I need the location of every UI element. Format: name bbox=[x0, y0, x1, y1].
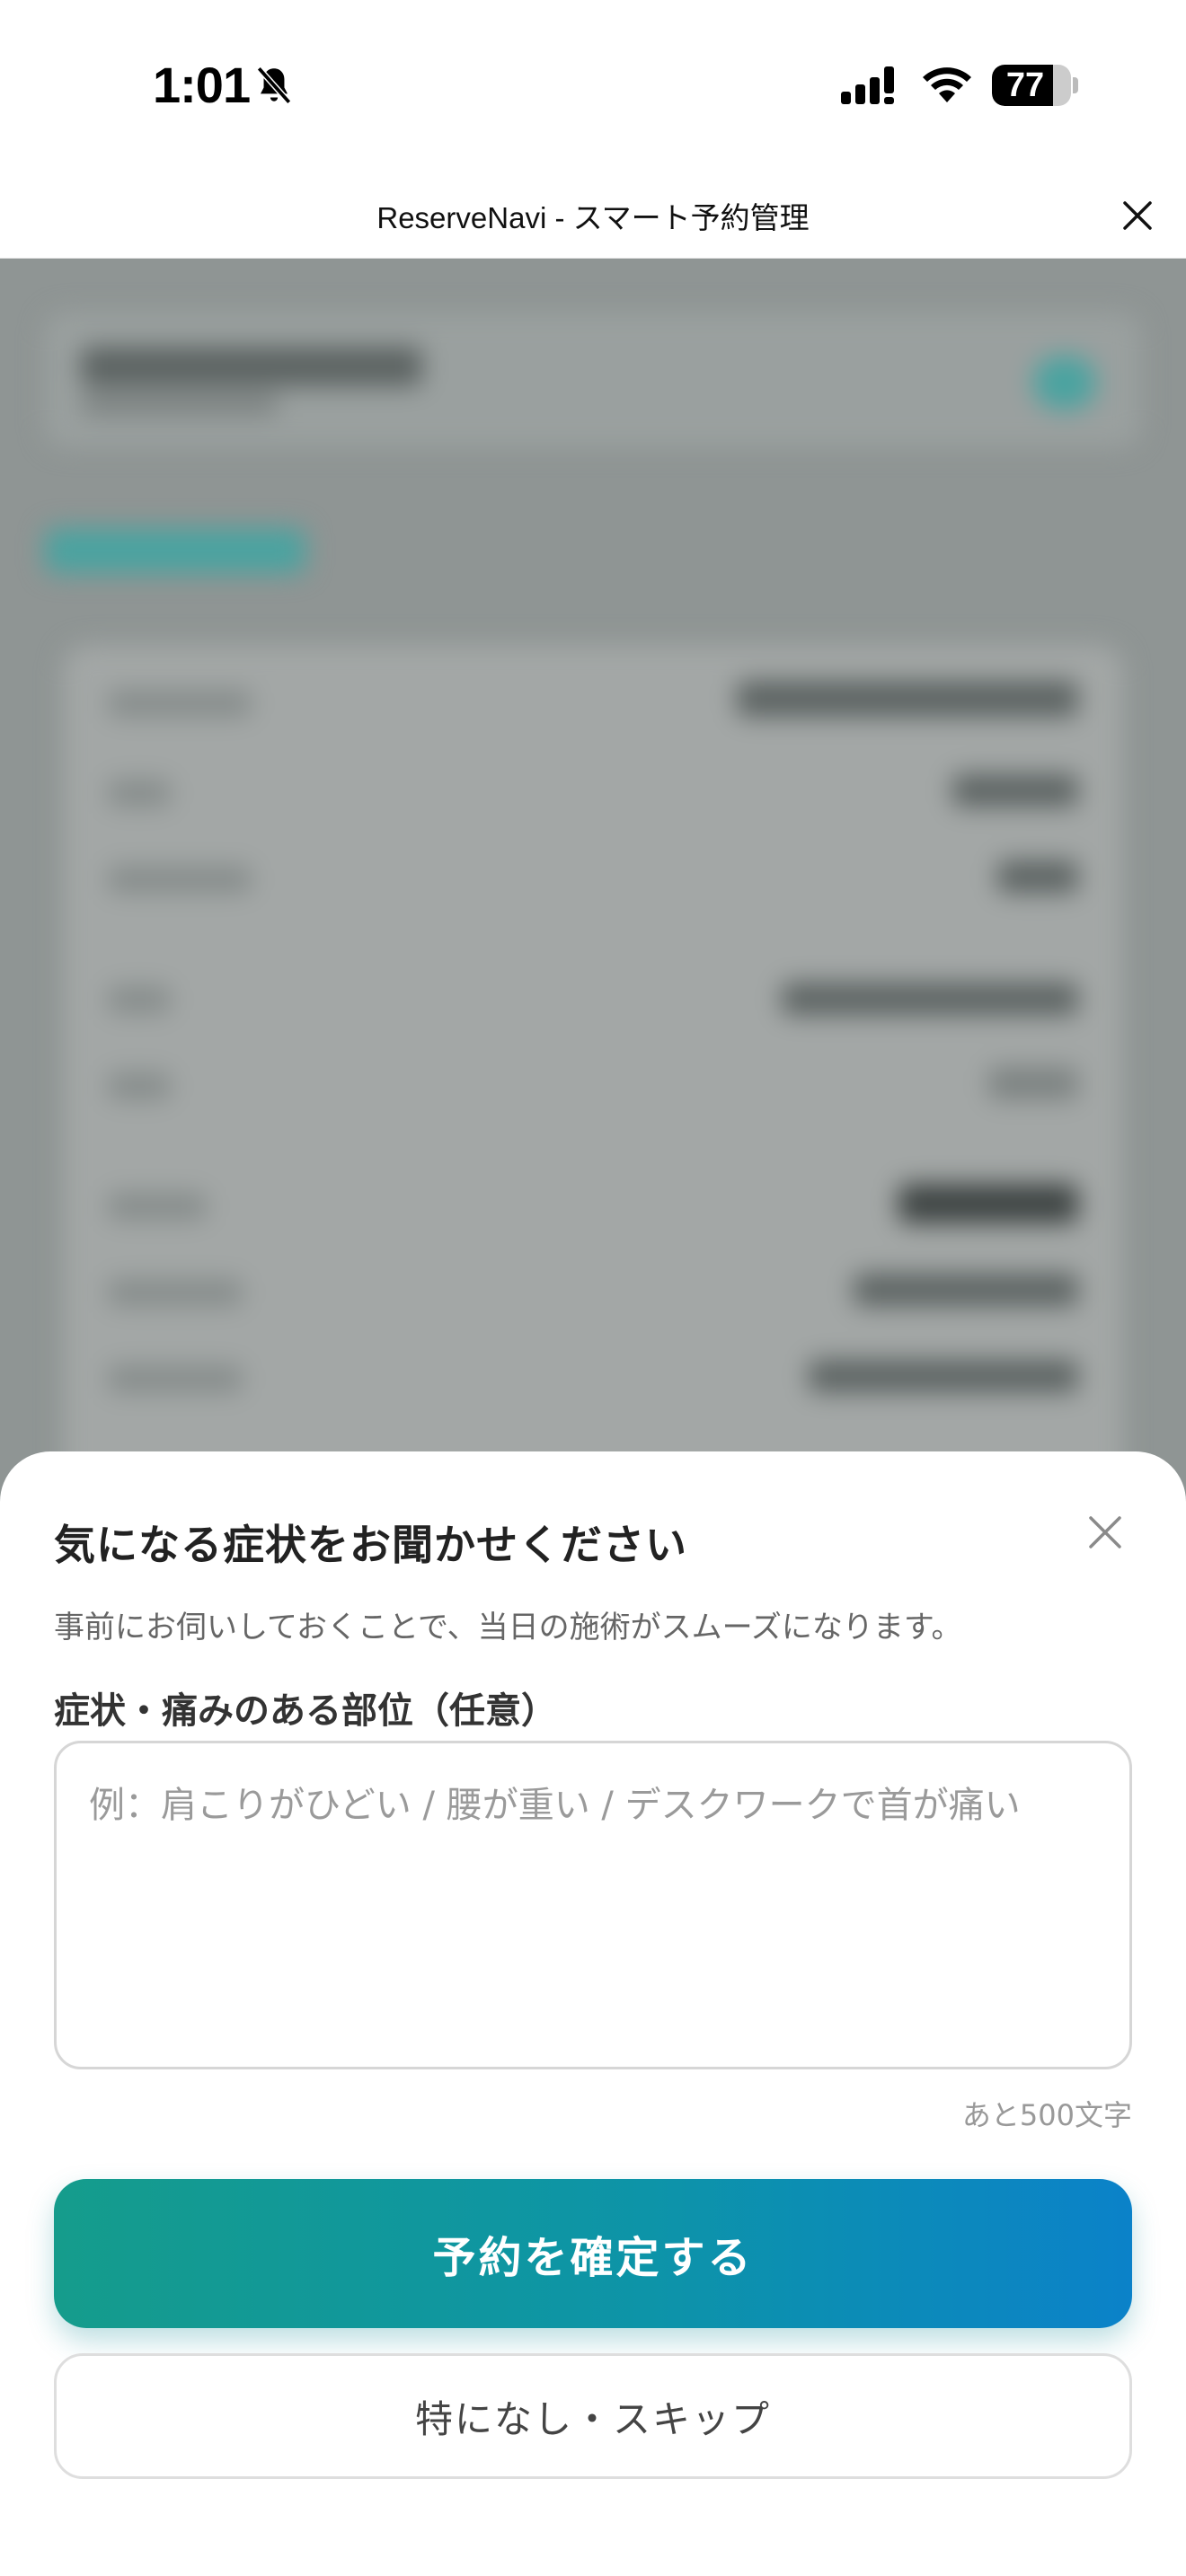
battery-cap bbox=[1073, 77, 1078, 93]
blurred-text bbox=[108, 866, 252, 893]
blurred-text bbox=[997, 860, 1078, 893]
blurred-text bbox=[809, 1360, 1078, 1392]
confirm-reservation-button[interactable]: 予約を確定する bbox=[54, 2179, 1132, 2328]
battery-level: 77 bbox=[1005, 66, 1045, 104]
status-bar: 1:01 77 bbox=[0, 0, 1186, 171]
blurred-background bbox=[0, 259, 1186, 1516]
blurred-text bbox=[988, 1067, 1078, 1099]
blurred-chip bbox=[1033, 356, 1096, 410]
char-count: あと500文字 bbox=[961, 2098, 1132, 2132]
blurred-text bbox=[854, 1274, 1078, 1306]
page-title: ReserveNavi - スマート予約管理 bbox=[376, 201, 810, 234]
blurred-text bbox=[81, 347, 422, 386]
symptom-bottom-sheet: 気になる症状をお聞かせください 事前にお伺いしておくことで、当日の施術がスムーズ… bbox=[0, 1451, 1186, 2576]
sheet-description: 事前にお伺いしておくことで、当日の施術がスムーズになります。 bbox=[54, 1610, 962, 1645]
blurred-text bbox=[108, 986, 171, 1013]
status-time: 1:01 bbox=[153, 57, 251, 113]
blurred-text bbox=[108, 1365, 243, 1392]
blurred-text bbox=[108, 1279, 243, 1306]
battery-icon: 77 bbox=[992, 65, 1071, 106]
app-screen: 1:01 77 ReserveNavi - スマート予約管理 気になる症状をお聞… bbox=[0, 0, 1186, 2576]
blurred-text bbox=[108, 1193, 207, 1220]
app-header: ReserveNavi - スマート予約管理 bbox=[0, 171, 1186, 259]
blurred-content bbox=[0, 259, 1186, 1516]
bell-slash-icon bbox=[256, 66, 292, 104]
blurred-text bbox=[898, 1184, 1078, 1223]
symptom-textarea[interactable] bbox=[54, 1741, 1132, 2069]
blurred-text bbox=[81, 393, 279, 415]
wifi-icon bbox=[923, 67, 971, 102]
blurred-text bbox=[952, 774, 1078, 807]
blurred-text bbox=[737, 681, 1078, 717]
symptom-field-label: 症状・痛みのある部位（任意） bbox=[54, 1690, 557, 1732]
close-icon[interactable] bbox=[1082, 1509, 1128, 1556]
blurred-text bbox=[108, 1072, 171, 1099]
sheet-title: 気になる症状をお聞かせください bbox=[54, 1521, 687, 1569]
blurred-text bbox=[108, 690, 252, 717]
skip-button[interactable]: 特になし・スキップ bbox=[54, 2353, 1132, 2479]
blurred-chip bbox=[45, 528, 305, 573]
signal-icon bbox=[841, 66, 894, 104]
blurred-text bbox=[108, 780, 171, 807]
close-icon[interactable] bbox=[1118, 196, 1157, 235]
blurred-text bbox=[782, 983, 1078, 1015]
